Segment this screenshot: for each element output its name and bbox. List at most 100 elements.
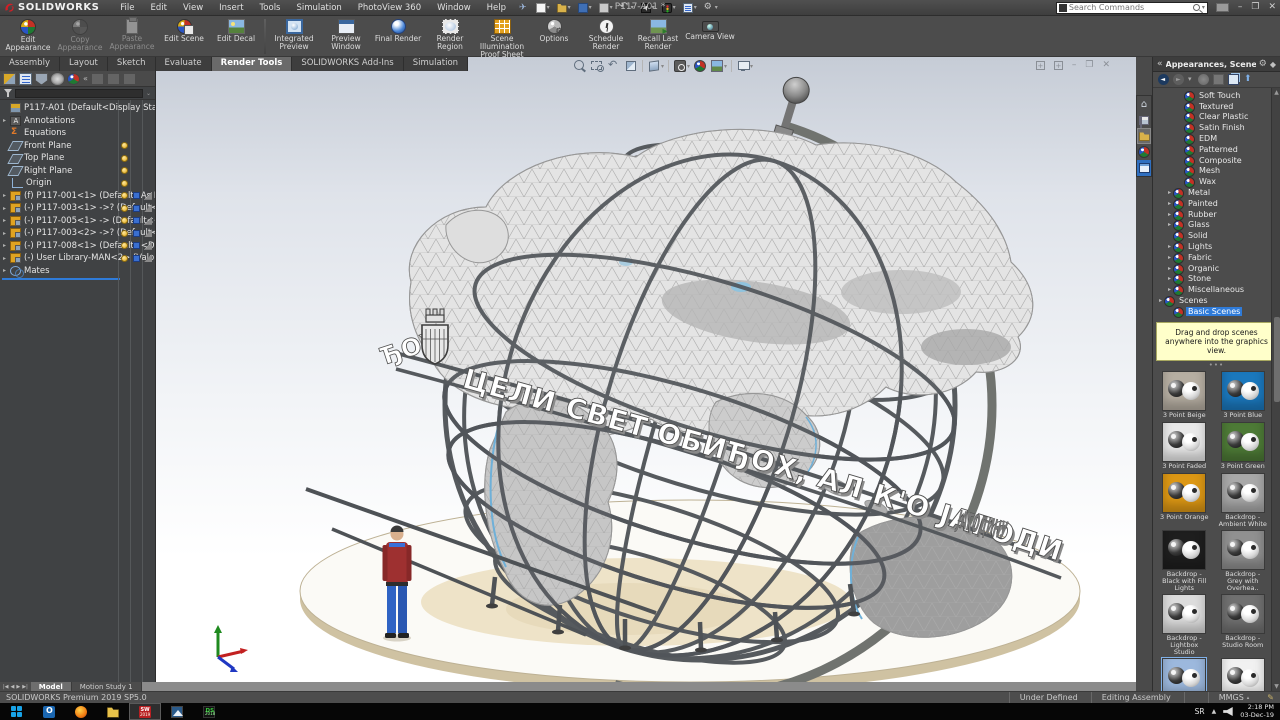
ribbon-button[interactable]: Edit Appearance [2, 17, 54, 56]
headsup-icon[interactable] [731, 60, 733, 72]
quick-icon[interactable]: ▾ [554, 1, 574, 15]
scene-thumbnail[interactable]: Backdrop - Studio Room [1218, 594, 1268, 656]
menu-item[interactable]: PhotoView 360 [351, 2, 428, 14]
ribbon-button[interactable]: Recall Last Render [632, 17, 684, 56]
quick-icon[interactable]: ▾ [701, 1, 721, 15]
headsup-icon[interactable]: ▾ [737, 60, 753, 72]
scene-thumbnail[interactable]: 3 Point Green [1218, 422, 1268, 471]
history-caret-icon[interactable] [1188, 74, 1194, 85]
model-tab[interactable]: Motion Study 1 [72, 682, 142, 691]
resources-home-icon[interactable]: ⌂ [1137, 96, 1151, 112]
status-segment[interactable]: Under Defined [1009, 692, 1091, 703]
taskbar-app[interactable] [130, 704, 160, 719]
appearance-tree-row[interactable]: ▸ Soft Touch [1153, 90, 1280, 101]
command-tab[interactable]: Simulation [404, 57, 468, 71]
displaymanager-tab-icon[interactable] [67, 73, 80, 85]
filter-caret-icon[interactable]: ⌄ [146, 90, 151, 97]
scroll-up-icon[interactable]: ▲ [1273, 89, 1280, 96]
copy-scene-icon[interactable] [1228, 74, 1239, 85]
scene-thumbnail[interactable]: 3 Point Blue [1218, 371, 1268, 420]
menu-item[interactable]: Help [480, 2, 513, 14]
forward-icon[interactable] [1173, 74, 1184, 85]
ribbon-button[interactable]: Preview Window [320, 17, 372, 56]
menu-item[interactable]: Edit [144, 2, 174, 14]
tree-row[interactable]: ▸ (-) P117-005<1> -> (Default<<De [0, 215, 155, 228]
status-segment[interactable]: MMGS ▴ [1208, 692, 1260, 703]
headsup-icon[interactable] [591, 60, 604, 72]
status-segment[interactable]: Editing Assembly [1091, 692, 1184, 703]
headsup-icon[interactable] [625, 60, 638, 72]
appearance-tree-row[interactable]: ▸ Glass [1153, 220, 1280, 231]
doc-minimize-button[interactable]: – [1072, 61, 1077, 70]
appearance-tree-row[interactable]: ▸ Rubber [1153, 209, 1280, 220]
headsup-icon[interactable] [642, 60, 644, 72]
headsup-icon[interactable]: ▾ [674, 60, 690, 72]
language-indicator[interactable]: SR [1195, 707, 1205, 716]
command-tab[interactable]: Assembly [0, 57, 60, 71]
tree-row[interactable]: ▸ Right Plane [0, 165, 155, 178]
tree-row[interactable]: ▸ Top Plane [0, 152, 155, 165]
ribbon-button[interactable] [264, 19, 266, 54]
doc-tile-icon[interactable]: + [1036, 61, 1045, 70]
doc-restore-button[interactable]: ❐ [1085, 61, 1093, 70]
tree-row[interactable]: ▸ (-) User Library-MAN<2> (Valor p [0, 252, 155, 265]
back-icon[interactable] [1158, 74, 1169, 85]
menu-item[interactable]: Window [430, 2, 478, 14]
rollback-bar[interactable] [2, 278, 120, 280]
command-tab[interactable]: Sketch [108, 57, 156, 71]
search-caret-icon[interactable]: ▾ [1202, 4, 1205, 11]
tray-expand-icon[interactable]: ▲ [1212, 708, 1217, 715]
ribbon-button[interactable]: Copy Appearance [54, 17, 106, 56]
scene-thumbnail[interactable]: Backdrop - Lightbox Studio [1159, 594, 1209, 656]
tab-overflow-chevron-icon[interactable]: « [83, 74, 88, 83]
tree-row[interactable]: ▸ Origin [0, 177, 155, 190]
headsup-icon[interactable] [668, 60, 670, 72]
featuremanager-tab-icon[interactable] [3, 73, 16, 85]
taskbar-app[interactable] [98, 704, 128, 719]
extra-tab-icon[interactable] [107, 73, 120, 85]
ribbon-button[interactable]: Camera View [684, 17, 736, 56]
scrollbar-thumb[interactable] [1274, 317, 1280, 401]
command-tab[interactable]: SOLIDWORKS Add-Ins [292, 57, 403, 71]
appearance-tree-row[interactable]: ▸ Miscellaneous [1153, 284, 1280, 295]
tree-row[interactable]: ▸ Front Plane [0, 140, 155, 153]
doc-close-button[interactable]: ✕ [1102, 61, 1110, 70]
up-level-icon[interactable] [1243, 74, 1254, 85]
headsup-icon[interactable]: ▾ [711, 60, 727, 72]
custom-properties-tab-icon[interactable] [1137, 160, 1151, 176]
tab-nav-arrow-icon[interactable]: ▶ [16, 684, 20, 690]
filter-funnel-icon[interactable] [4, 89, 12, 97]
tree-row[interactable]: ▸ Equations [0, 127, 155, 140]
menu-item[interactable]: Tools [253, 2, 288, 14]
globe-model-view[interactable]: ЦЕЛИ СВЕТ ОБИЂОХ, АЛ К'О ЈАГОДИНУ ЦЕЛИ С… [156, 57, 1136, 682]
quick-icon[interactable]: ▾ [533, 1, 553, 15]
appearance-tree-row[interactable]: ▸ Painted [1153, 198, 1280, 209]
taskbar-app[interactable] [162, 704, 192, 719]
appearance-tree-row[interactable]: ▸ Fabric [1153, 252, 1280, 263]
appearances-tab-icon[interactable] [1137, 144, 1151, 160]
quick-icon[interactable]: ▾ [680, 1, 700, 15]
tree-row[interactable]: ▸ (-) P117-003<2> ->? (Default<<D [0, 227, 155, 240]
task-pane-pin-icon[interactable]: ◆ [1270, 60, 1276, 69]
quick-icon[interactable]: ▾ [575, 1, 595, 15]
ribbon-button[interactable]: Scene Illumination Proof Sheet [476, 17, 528, 56]
command-tab[interactable]: Evaluate [156, 57, 212, 71]
quick-icon[interactable]: ▾ [596, 1, 616, 15]
help-window-icon[interactable] [1216, 3, 1229, 12]
taskbar-app[interactable] [34, 704, 64, 719]
appearance-tree-row[interactable]: ▸ Satin Finish [1153, 122, 1280, 133]
headsup-icon[interactable] [694, 60, 707, 72]
tree-row[interactable]: ▸ Mates [0, 265, 155, 278]
appearance-tree-row[interactable]: ▸ Composite [1153, 155, 1280, 166]
menu-item[interactable]: Simulation [290, 2, 349, 14]
menu-item[interactable]: File [113, 2, 141, 14]
propertymanager-tab-icon[interactable] [19, 73, 32, 85]
appearance-tree-row[interactable]: ▸ EDM [1153, 133, 1280, 144]
tree-root-row[interactable]: ▸ P117-A01 (Default<Display State-1>) [0, 102, 155, 115]
tree-row[interactable]: ▸ Annotations [0, 115, 155, 128]
search-scope-icon[interactable] [1059, 4, 1067, 12]
search-icon[interactable] [1193, 4, 1200, 11]
appearance-tree-row[interactable]: ▸ Stone [1153, 274, 1280, 285]
headsup-icon[interactable] [574, 60, 587, 72]
task-pane-gear-icon[interactable]: ⚙ [1259, 59, 1267, 69]
